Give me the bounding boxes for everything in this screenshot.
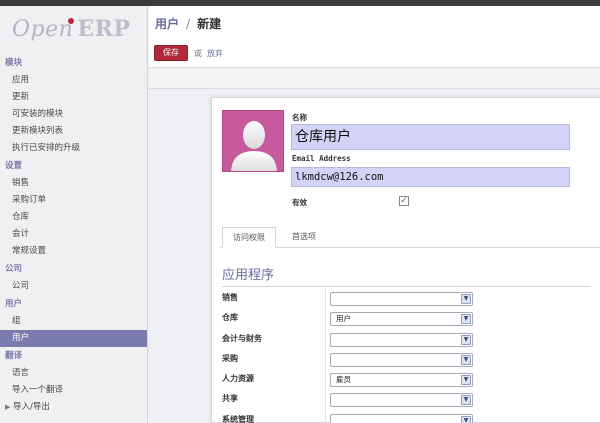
email-input[interactable]: lkmdcw@126.com — [291, 167, 570, 187]
sidebar-item-updates[interactable]: 更新 — [0, 89, 147, 106]
divider — [325, 329, 326, 350]
sales-select[interactable]: ▼ — [330, 292, 473, 306]
chevron-down-icon: ▼ — [461, 294, 471, 304]
select-value: 用户 — [336, 314, 351, 324]
email-label: Email Address — [292, 154, 351, 163]
caret-right-icon: ▶ — [5, 403, 11, 411]
divider — [325, 309, 326, 330]
sidebar-item-accounting[interactable]: 会计 — [0, 226, 147, 243]
sub-toolbar — [149, 69, 600, 89]
breadcrumb-separator: / — [186, 17, 191, 31]
field-row-accounting: 会计与财务 ▼ — [212, 329, 600, 350]
field-row-administration: 系统管理 ▼ — [212, 410, 600, 423]
divider — [325, 410, 326, 423]
field-row-purchase: 采购 ▼ — [212, 349, 600, 371]
sidebar-item-companies[interactable]: 公司 — [0, 278, 147, 295]
openerp-logo[interactable]: Open ERP — [12, 16, 130, 46]
administration-select[interactable]: ▼ — [330, 413, 473, 423]
sidebar-item-groups[interactable]: 组 — [0, 313, 147, 330]
divider — [325, 349, 326, 371]
discard-link[interactable]: 放弃 — [207, 48, 223, 59]
form-tabs: 访问权限 首选项 — [220, 227, 600, 248]
name-input[interactable]: 仓库用户 — [291, 124, 570, 150]
field-row-warehouse: 仓库 用户 ▼ — [212, 309, 600, 330]
section-title-users: 用户 — [5, 299, 23, 309]
sidebar-item-languages[interactable]: 语言 — [0, 365, 147, 382]
sidebar-item-general-settings[interactable]: 常规设置 — [0, 243, 147, 260]
sidebar-menu: 模块 应用 更新 可安装的模块 更新模块列表 执行已安排的升级 设置 销售 采购… — [0, 54, 147, 416]
chevron-down-icon: ▼ — [461, 354, 471, 365]
header: 用户 / 新建 保存 或 放弃 — [149, 6, 600, 68]
hr-select[interactable]: 雇员 ▼ — [330, 373, 473, 388]
sidebar-item-installable-modules[interactable]: 可安装的模块 — [0, 106, 147, 123]
field-label: 系统管理 — [222, 414, 254, 423]
field-row-sales: 销售 ▼ — [212, 289, 600, 310]
section-title-settings: 设置 — [5, 161, 23, 171]
accounting-select[interactable]: ▼ — [330, 332, 473, 347]
tab-access-rights[interactable]: 访问权限 — [222, 227, 276, 248]
field-label: 会计与财务 — [222, 333, 262, 343]
chevron-down-icon: ▼ — [461, 415, 471, 423]
name-label: 名称 — [292, 113, 307, 122]
purchase-select[interactable]: ▼ — [330, 352, 473, 367]
sidebar-item-import-export[interactable]: ▶ 导入/导出 — [0, 399, 147, 416]
field-label: 采购 — [222, 353, 238, 363]
field-label: 人力资源 — [222, 374, 254, 384]
section-title-applications: 应用程序 — [222, 264, 591, 287]
breadcrumb-current: 新建 — [197, 17, 222, 31]
tab-preferences[interactable]: 首选项 — [282, 227, 326, 248]
warehouse-select[interactable]: 用户 ▼ — [330, 312, 473, 327]
sidebar-item-apps[interactable]: 应用 — [0, 72, 147, 89]
sidebar-item-run-scheduled-upgrades[interactable]: 执行已安排的升级 — [0, 140, 147, 157]
divider — [325, 370, 326, 391]
application-rows: 销售 ▼ 仓库 用户 ▼ 会计与财务 ▼ 采购 ▼ 人力资源 雇员 ▼ 共享 ▼ — [212, 289, 600, 423]
logo-dot — [68, 18, 74, 24]
active-label: 有效 — [292, 198, 307, 207]
section-title-companies: 公司 — [5, 264, 23, 274]
chevron-down-icon: ▼ — [461, 375, 471, 386]
breadcrumb: 用户 / 新建 — [155, 15, 221, 32]
user-silhouette-icon — [231, 121, 277, 171]
sidebar-item-import-translation[interactable]: 导入一个翻译 — [0, 382, 147, 399]
sidebar-item-label: 导入/导出 — [13, 402, 50, 412]
chevron-down-icon: ▼ — [461, 395, 471, 406]
divider — [325, 289, 326, 310]
active-checkbox[interactable]: ✓ — [399, 196, 409, 206]
field-label: 销售 — [222, 293, 238, 302]
field-label: 共享 — [222, 394, 238, 404]
sharing-select[interactable]: ▼ — [330, 393, 473, 408]
form-sheet: 名称 仓库用户 Email Address lkmdcw@126.com 有效 … — [211, 97, 600, 423]
save-button[interactable]: 保存 — [154, 45, 188, 61]
chevron-down-icon: ▼ — [461, 314, 471, 325]
chevron-down-icon: ▼ — [461, 334, 471, 345]
section-title-modules: 模块 — [5, 58, 23, 68]
or-text: 或 — [194, 49, 202, 58]
divider — [325, 390, 326, 411]
sidebar-item-update-module-list[interactable]: 更新模块列表 — [0, 123, 147, 140]
field-row-sharing: 共享 ▼ — [212, 390, 600, 411]
user-avatar[interactable] — [222, 110, 284, 172]
sidebar-item-warehouse[interactable]: 仓库 — [0, 209, 147, 226]
select-value: 雇员 — [336, 375, 351, 385]
sidebar-item-sales[interactable]: 销售 — [0, 175, 147, 192]
field-label: 仓库 — [222, 313, 238, 323]
sidebar: Open ERP 模块 应用 更新 可安装的模块 更新模块列表 执行已安排的升级 … — [0, 6, 148, 423]
sidebar-item-purchase-orders[interactable]: 采购订单 — [0, 192, 147, 209]
sidebar-item-users[interactable]: 用户 — [0, 330, 147, 347]
section-title-translations: 翻译 — [5, 351, 23, 361]
field-row-hr: 人力资源 雇员 ▼ — [212, 370, 600, 391]
breadcrumb-parent[interactable]: 用户 — [155, 17, 179, 31]
